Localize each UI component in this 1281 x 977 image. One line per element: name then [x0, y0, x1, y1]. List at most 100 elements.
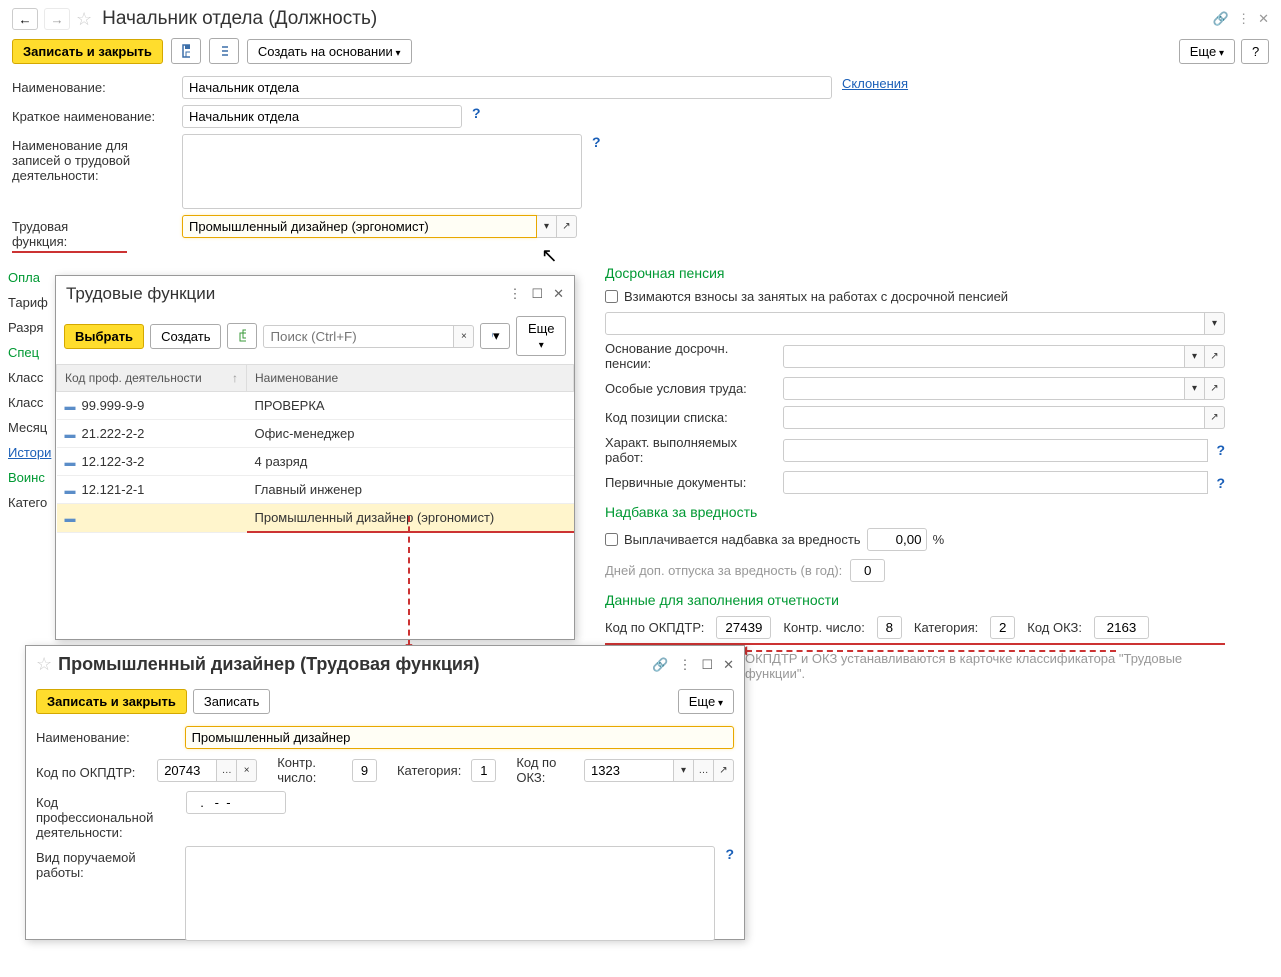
- more-button[interactable]: Еще: [516, 316, 566, 356]
- link-icon[interactable]: 🔗: [1213, 11, 1229, 27]
- more-button[interactable]: Еще: [678, 689, 734, 714]
- dropdown-icon[interactable]: ▾: [1185, 345, 1205, 368]
- list-icon: [220, 44, 228, 58]
- pension-checkbox-label: Взимаются взносы за занятых на работах с…: [624, 289, 1008, 304]
- list-position-input[interactable]: [783, 406, 1205, 429]
- pension-checkbox[interactable]: [605, 290, 618, 303]
- close-icon[interactable]: ✕: [553, 286, 564, 302]
- open-icon[interactable]: ↗: [1205, 345, 1225, 368]
- prof-code-input[interactable]: [186, 791, 286, 814]
- favorite-star-icon[interactable]: ☆: [36, 654, 52, 675]
- category-input[interactable]: [471, 759, 496, 782]
- pension-select[interactable]: [605, 312, 1205, 335]
- create-button[interactable]: Создать: [150, 324, 221, 349]
- short-name-input[interactable]: [182, 105, 462, 128]
- save-button[interactable]: [171, 38, 201, 64]
- control-input[interactable]: [877, 616, 902, 639]
- table-row[interactable]: ▬Промышленный дизайнер (эргономист): [57, 504, 574, 533]
- table-row[interactable]: ▬12.121-2-1Главный инженер: [57, 476, 574, 504]
- table-row[interactable]: ▬99.999-9-9ПРОВЕРКА: [57, 392, 574, 420]
- activity-name-label: Наименование для записей о трудовой деят…: [12, 134, 172, 183]
- work-character-input[interactable]: [783, 439, 1208, 462]
- open-icon[interactable]: ↗: [714, 759, 734, 782]
- hazard-checkbox-label: Выплачивается надбавка за вредность: [624, 532, 861, 547]
- forward-button[interactable]: →: [44, 8, 70, 30]
- hazard-section-title: Надбавка за вредность: [605, 504, 1225, 520]
- pension-section-title: Досрочная пенсия: [605, 265, 1225, 281]
- col-name-header[interactable]: Наименование: [247, 365, 574, 392]
- titlebar: ← → ☆ Начальник отдела (Должность) 🔗 ⋮ ✕: [12, 8, 1269, 30]
- table-row[interactable]: ▬12.122-3-24 разряд: [57, 448, 574, 476]
- menu-dots-icon[interactable]: ⋮: [678, 657, 691, 673]
- save-button[interactable]: Записать: [193, 689, 271, 714]
- search-input[interactable]: [263, 325, 454, 348]
- okpdtr-input[interactable]: [157, 759, 217, 782]
- link-icon[interactable]: 🔗: [652, 657, 668, 673]
- okz-label: Код ОКЗ:: [1027, 620, 1082, 635]
- maximize-icon[interactable]: ☐: [701, 657, 713, 673]
- help-icon[interactable]: ?: [1216, 475, 1225, 491]
- popup1-title: Трудовые функции: [66, 284, 215, 304]
- dropdown-icon[interactable]: ▾: [1205, 312, 1225, 335]
- menu-dots-icon[interactable]: ⋮: [1237, 11, 1250, 27]
- work-type-textarea[interactable]: [185, 846, 716, 941]
- clear-icon[interactable]: ×: [454, 325, 474, 348]
- name-input[interactable]: [185, 726, 734, 749]
- list-button[interactable]: [209, 38, 239, 64]
- open-icon[interactable]: ↗: [1205, 377, 1225, 400]
- hazard-checkbox[interactable]: [605, 533, 618, 546]
- name-input[interactable]: [182, 76, 832, 99]
- ellipsis-icon[interactable]: …: [217, 759, 237, 782]
- control-label: Контр. число:: [277, 755, 342, 785]
- extra-days-label: Дней доп. отпуска за вредность (в год):: [605, 563, 842, 578]
- pension-basis-input[interactable]: [783, 345, 1185, 368]
- favorite-star-icon[interactable]: ☆: [76, 9, 92, 30]
- okz-input[interactable]: [1094, 616, 1149, 639]
- hazard-value-input[interactable]: [867, 528, 927, 551]
- save-and-close-button[interactable]: Записать и закрыть: [12, 39, 163, 64]
- create-based-on-button[interactable]: Создать на основании: [247, 39, 412, 64]
- category-input[interactable]: [990, 616, 1015, 639]
- more-button[interactable]: Еще: [1179, 39, 1235, 64]
- search-button[interactable]: ▾: [480, 323, 510, 349]
- select-button[interactable]: Выбрать: [64, 324, 144, 349]
- dropdown-icon[interactable]: ▾: [1185, 377, 1205, 400]
- help-icon[interactable]: ?: [592, 134, 601, 150]
- control-input[interactable]: [352, 759, 377, 782]
- labor-function-input[interactable]: [182, 215, 537, 238]
- maximize-icon[interactable]: ☐: [531, 286, 543, 302]
- back-button[interactable]: ←: [12, 8, 38, 30]
- special-conditions-input[interactable]: [783, 377, 1185, 400]
- left-hidden-labels: Опла Тариф Разря Спец Класс Класс Месяц …: [8, 270, 58, 520]
- clear-icon[interactable]: ×: [237, 759, 257, 782]
- menu-dots-icon[interactable]: ⋮: [508, 286, 521, 302]
- category-label: Категория:: [914, 620, 978, 635]
- help-icon[interactable]: ?: [472, 105, 481, 121]
- dropdown-icon[interactable]: ▾: [674, 759, 694, 782]
- okpdtr-input[interactable]: [716, 616, 771, 639]
- open-icon[interactable]: ↗: [557, 215, 577, 238]
- help-button[interactable]: ?: [1241, 39, 1269, 64]
- okz-input[interactable]: [584, 759, 674, 782]
- work-character-label: Характ. выполняемых работ:: [605, 435, 775, 465]
- close-icon[interactable]: ✕: [723, 657, 734, 673]
- help-icon[interactable]: ?: [725, 846, 734, 862]
- open-icon[interactable]: ↗: [1205, 406, 1225, 429]
- category-label: Категория:: [397, 763, 461, 778]
- special-conditions-label: Особые условия труда:: [605, 381, 775, 396]
- dropdown-icon[interactable]: ▾: [537, 215, 557, 238]
- declensions-link[interactable]: Склонения: [842, 76, 908, 91]
- save-and-close-button[interactable]: Записать и закрыть: [36, 689, 187, 714]
- activity-name-textarea[interactable]: [182, 134, 582, 209]
- close-icon[interactable]: ✕: [1258, 11, 1269, 27]
- popup2-title: Промышленный дизайнер (Трудовая функция): [58, 654, 479, 675]
- prof-code-label: Код профессиональной деятельности:: [36, 791, 176, 840]
- primary-docs-input[interactable]: [783, 471, 1208, 494]
- table-row[interactable]: ▬21.222-2-2Офис-менеджер: [57, 420, 574, 448]
- copy-button[interactable]: [227, 323, 257, 349]
- ellipsis-icon[interactable]: …: [694, 759, 714, 782]
- col-code-header[interactable]: Код проф. деятельности ↑: [57, 365, 247, 392]
- main-toolbar: Записать и закрыть Создать на основании …: [12, 38, 1269, 64]
- help-icon[interactable]: ?: [1216, 442, 1225, 458]
- extra-days-input[interactable]: [850, 559, 885, 582]
